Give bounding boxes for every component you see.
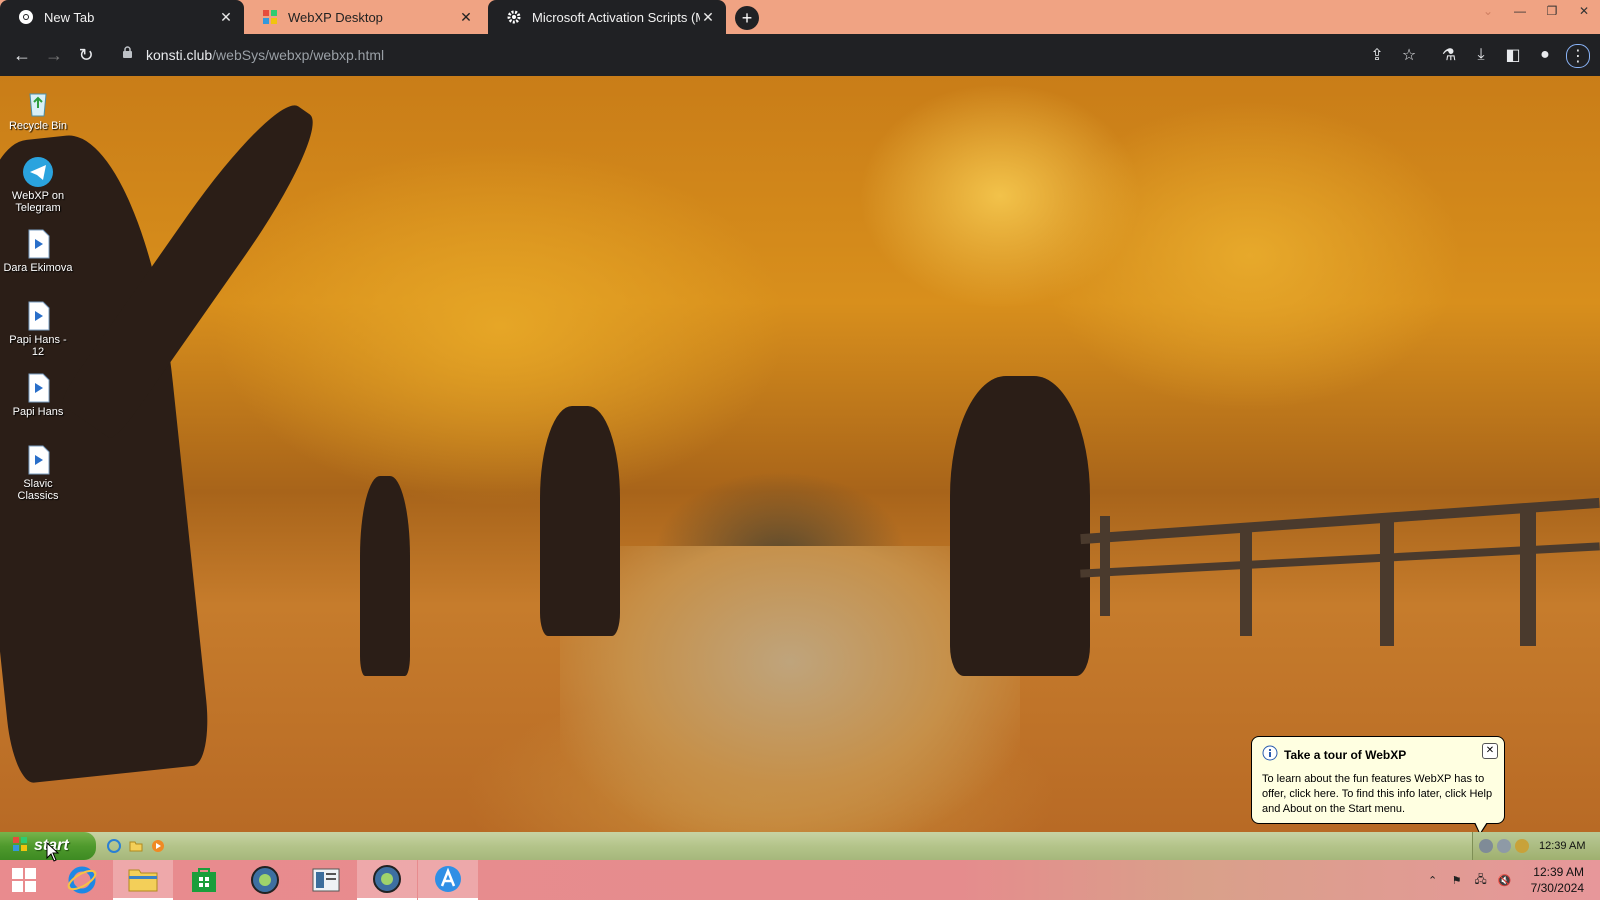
desktop-icon-papi-hans-12[interactable]: Papi Hans - 12	[2, 300, 74, 358]
quick-launch	[106, 838, 166, 854]
forward-arrow-icon[interactable]: →	[42, 43, 66, 67]
desktop-icon-label: Recycle Bin	[8, 120, 68, 132]
tour-balloon[interactable]: Take a tour of WebXP To learn about the …	[1251, 736, 1505, 835]
action-center-flag-icon[interactable]: ⚑	[1447, 870, 1467, 890]
info-icon	[1262, 745, 1278, 764]
windows-start-icon[interactable]	[0, 860, 48, 900]
network-tray-icon[interactable]	[1479, 839, 1493, 853]
shield-tray-icon[interactable]	[1515, 839, 1529, 853]
window-controls: ⌄ — ❐ ✕	[1472, 0, 1600, 22]
chrome-icon	[18, 9, 34, 25]
side-panel-icon[interactable]: ◧	[1502, 44, 1524, 66]
close-window-icon[interactable]: ✕	[1568, 0, 1600, 22]
webxp-system-tray: 12:39 AM	[1472, 832, 1600, 860]
desktop-icon-label: Papi Hans - 12	[9, 334, 67, 358]
app-store-icon[interactable]	[418, 860, 478, 900]
balloon-title: Take a tour of WebXP	[1284, 747, 1407, 762]
tab-title: New Tab	[44, 9, 95, 25]
desktop-icon-label: Slavic Classics	[17, 478, 59, 502]
tab-microsoft-activation-scripts[interactable]: Microsoft Activation Scripts (MA ✕	[488, 0, 726, 34]
download-icon[interactable]: ⤓	[1470, 44, 1492, 66]
folder-icon[interactable]	[128, 838, 144, 854]
desktop-icon-label: WebXP on Telegram	[11, 190, 65, 214]
reload-icon[interactable]: ↻	[74, 43, 98, 67]
back-arrow-icon[interactable]: ←	[10, 43, 34, 67]
browser-tab-strip: New Tab ✕ WebXP Desktop ✕ Microsoft Acti…	[0, 0, 1600, 34]
restore-icon[interactable]: ❐	[1536, 0, 1568, 22]
volume-tray-icon[interactable]	[1497, 839, 1511, 853]
webxp-taskbar: start 12:39 AM	[0, 832, 1600, 860]
windows-flag-icon	[12, 836, 28, 857]
desktop-icon-label: Dara Ekimova	[3, 262, 73, 274]
internet-explorer-icon[interactable]	[52, 860, 112, 900]
browser-globe-icon[interactable]	[235, 860, 295, 900]
clock-time: 12:39 AM	[1533, 865, 1584, 879]
tab-title: WebXP Desktop	[288, 9, 383, 25]
gear-icon	[506, 9, 522, 25]
tab-new-tab[interactable]: New Tab ✕	[0, 0, 244, 34]
windows-taskbar: ⌃ ⚑ 🖧 🔇 12:39 AM 7/30/2024	[0, 860, 1600, 900]
url-host: konsti.club	[146, 47, 213, 63]
mouse-cursor-icon	[46, 841, 60, 867]
clock-date: 7/30/2024	[1530, 881, 1584, 895]
internet-explorer-icon[interactable]	[106, 838, 122, 854]
file-explorer-icon[interactable]	[113, 860, 173, 900]
share-icon[interactable]: ⇪	[1366, 44, 1388, 66]
telegram-icon	[22, 156, 54, 188]
minimize-icon[interactable]: —	[1504, 0, 1536, 22]
lock-icon	[122, 46, 136, 64]
close-tab-icon[interactable]: ✕	[458, 9, 474, 26]
volume-muted-icon[interactable]: 🔇	[1495, 870, 1515, 890]
media-player-icon[interactable]	[150, 838, 166, 854]
url-path: /webSys/webxp/webxp.html	[212, 47, 385, 63]
media-file-icon	[22, 444, 54, 476]
desktop-icon-dara-ekimova[interactable]: Dara Ekimova	[2, 228, 74, 274]
browser-toolbar: ← → ↻ konsti.club/webSys/webxp/webxp.htm…	[0, 34, 1600, 76]
balloon-close-icon[interactable]: ✕	[1482, 743, 1498, 759]
webxp-desktop[interactable]: Recycle Bin WebXP on Telegram Dara Ekimo…	[0, 76, 1600, 832]
network-icon[interactable]: 🖧	[1471, 870, 1491, 890]
media-file-icon	[22, 228, 54, 260]
desktop-icon-recycle-bin[interactable]: Recycle Bin	[2, 86, 74, 132]
windows-system-tray: ⌃ ⚑ 🖧 🔇 12:39 AM 7/30/2024	[1423, 860, 1600, 900]
media-file-icon	[22, 372, 54, 404]
new-tab-button[interactable]: +	[735, 6, 759, 30]
address-bar[interactable]: konsti.club/webSys/webxp/webxp.html	[110, 40, 1416, 70]
extensions-icon[interactable]: ⚗	[1438, 44, 1460, 66]
bookmark-star-icon[interactable]: ☆	[1398, 44, 1420, 66]
recycle-bin-icon	[22, 86, 54, 118]
balloon-title-row: Take a tour of WebXP	[1262, 745, 1494, 764]
tab-title: Microsoft Activation Scripts (MA	[532, 9, 700, 25]
webxp-clock[interactable]: 12:39 AM	[1539, 840, 1585, 852]
chevron-down-icon[interactable]: ⌄	[1472, 0, 1504, 22]
media-file-icon	[22, 300, 54, 332]
store-icon[interactable]	[174, 860, 234, 900]
balloon-body[interactable]: To learn about the fun features WebXP ha…	[1262, 772, 1494, 817]
chevron-up-icon[interactable]: ⌃	[1423, 870, 1443, 890]
close-tab-icon[interactable]: ✕	[700, 9, 716, 26]
windows-clock[interactable]: 12:39 AM 7/30/2024	[1531, 864, 1584, 896]
menu-kebab-icon[interactable]: ⋮	[1566, 44, 1590, 68]
document-viewer-icon[interactable]	[296, 860, 356, 900]
tab-webxp-desktop[interactable]: WebXP Desktop ✕	[244, 0, 484, 34]
desktop-icon-papi-hans[interactable]: Papi Hans	[2, 372, 74, 418]
desktop-icon-webxp-on-telegram[interactable]: WebXP on Telegram	[2, 156, 74, 214]
desktop-icon-slavic-classics[interactable]: Slavic Classics	[2, 444, 74, 502]
browser-globe-icon[interactable]	[357, 860, 417, 900]
close-tab-icon[interactable]: ✕	[218, 9, 234, 26]
windows-xp-icon	[262, 9, 278, 25]
profile-icon[interactable]: ●	[1534, 44, 1556, 66]
desktop-icon-label: Papi Hans	[12, 406, 64, 418]
